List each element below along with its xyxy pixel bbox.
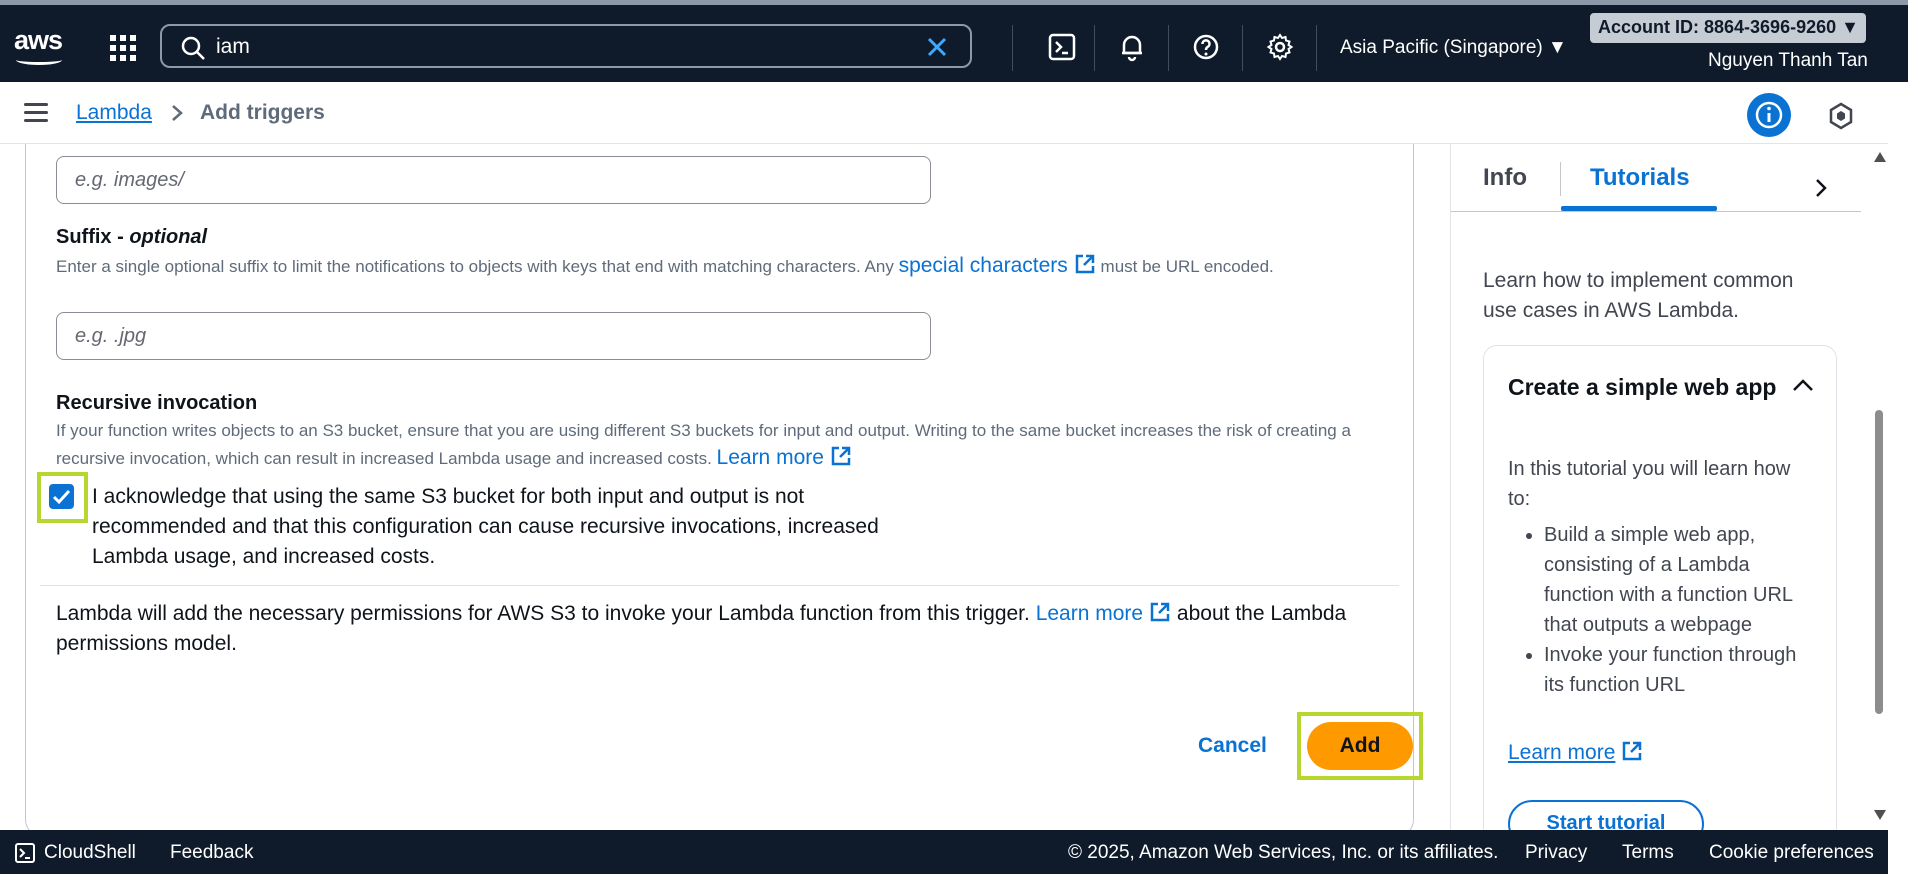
footer-feedback-link[interactable]: Feedback	[170, 842, 253, 864]
panel-intro-text: Learn how to implement common use cases …	[1483, 269, 1794, 322]
help-icon[interactable]	[1190, 31, 1222, 63]
start-tutorial-button[interactable]: Start tutorial	[1508, 800, 1704, 830]
external-link-icon	[1150, 602, 1170, 622]
info-icon	[1755, 101, 1783, 129]
permissions-learn-more-link[interactable]: Learn more	[1036, 602, 1143, 625]
main-content: e.g. images/ Suffix - optional Enter a s…	[0, 144, 1450, 830]
tutorial-learn-more-link[interactable]: Learn more	[1508, 740, 1643, 765]
recursive-learn-more-link[interactable]: Learn more	[717, 446, 824, 469]
tutorial-card: Create a simple web app In this tutorial…	[1483, 345, 1837, 830]
tutorial-title[interactable]: Create a simple web app	[1508, 372, 1778, 403]
list-item: Build a simple web app, consisting of a …	[1544, 520, 1814, 640]
permissions-note: Lambda will add the necessary permission…	[56, 602, 1347, 655]
top-navigation: aws Asia Pacific (Singapor	[0, 0, 1908, 82]
tutorial-steps-list: Build a simple web app, consisting of a …	[1544, 520, 1814, 700]
search-box	[160, 24, 972, 68]
add-button[interactable]: Add	[1307, 722, 1413, 770]
acknowledge-checkbox-highlight	[37, 472, 88, 523]
nav-separator	[1094, 25, 1095, 71]
tutorial-body: In this tutorial you will learn how to:	[1508, 458, 1791, 510]
special-characters-link[interactable]: special characters	[899, 254, 1068, 277]
external-link-icon	[831, 446, 851, 466]
checkmark-icon	[52, 489, 71, 505]
scroll-up-arrow-icon[interactable]	[1874, 152, 1886, 162]
tab-tutorials[interactable]: Tutorials	[1590, 164, 1690, 192]
acknowledge-checkbox[interactable]	[49, 484, 74, 509]
suffix-label: Suffix - optional	[56, 226, 208, 248]
region-selector[interactable]: Asia Pacific (Singapore) ▼	[1340, 37, 1567, 59]
services-grid-icon[interactable]	[110, 35, 136, 61]
nav-separator	[1242, 25, 1243, 71]
breadcrumb-current: Add triggers	[200, 101, 325, 124]
cloudshell-icon[interactable]	[1046, 31, 1078, 63]
aws-logo[interactable]: aws	[14, 27, 66, 65]
footer-privacy-link[interactable]: Privacy	[1525, 842, 1587, 864]
external-link-icon	[1623, 741, 1642, 761]
recursive-invocation-label: Recursive invocation	[56, 392, 258, 414]
aws-logo-text: aws	[14, 25, 63, 55]
breadcrumb-lambda-link[interactable]: Lambda	[76, 101, 152, 125]
notifications-bell-icon[interactable]	[1116, 31, 1148, 63]
tools-panel: Info Tutorials Learn how to implement co…	[1450, 144, 1870, 830]
footer-cloudshell-link[interactable]: CloudShell	[44, 842, 136, 864]
clear-search-icon[interactable]	[924, 34, 950, 60]
search-input[interactable]	[216, 32, 876, 62]
menu-hamburger-icon[interactable]	[24, 103, 48, 123]
scroll-down-arrow-icon[interactable]	[1874, 810, 1886, 820]
section-divider	[40, 585, 1399, 586]
footer-cookie-preferences-link[interactable]: Cookie preferences	[1709, 842, 1874, 864]
suffix-description: Enter a single optional suffix to limit …	[56, 254, 1274, 277]
prefix-input[interactable]: e.g. images/	[56, 156, 931, 204]
add-button-highlight: Add	[1297, 712, 1423, 780]
nav-separator	[1012, 25, 1013, 71]
scrollbar[interactable]	[1870, 144, 1888, 830]
acknowledge-text[interactable]: I acknowledge that using the same S3 buc…	[92, 482, 922, 572]
chevron-right-icon[interactable]	[1813, 178, 1829, 198]
chevron-right-icon	[172, 105, 183, 121]
user-name[interactable]: Nguyen Thanh Tan	[1708, 50, 1868, 72]
cancel-button[interactable]: Cancel	[1198, 734, 1267, 758]
footer: CloudShell Feedback © 2025, Amazon Web S…	[0, 830, 1888, 874]
list-item: Invoke your function through its functio…	[1544, 640, 1814, 700]
recursive-invocation-description: If your function writes objects to an S3…	[56, 421, 1351, 469]
info-panel-button[interactable]	[1747, 93, 1791, 137]
nav-separator	[1316, 25, 1317, 71]
footer-terms-link[interactable]: Terms	[1622, 842, 1674, 864]
tab-separator	[1560, 162, 1561, 196]
search-icon	[181, 36, 205, 60]
breadcrumb-bar: Lambda Add triggers	[0, 82, 1888, 144]
scrollbar-thumb[interactable]	[1875, 410, 1883, 714]
tab-info[interactable]: Info	[1483, 164, 1527, 192]
footer-copyright: © 2025, Amazon Web Services, Inc. or its…	[1068, 842, 1499, 863]
cloudshell-icon[interactable]	[14, 842, 36, 864]
aws-smile-icon	[16, 55, 62, 65]
account-id-badge[interactable]: Account ID: 8864-3696-9260 ▼	[1590, 13, 1866, 43]
external-link-icon	[1075, 254, 1095, 274]
chevron-up-icon[interactable]	[1792, 378, 1814, 392]
hexagon-settings-icon[interactable]	[1827, 102, 1855, 130]
suffix-input[interactable]: e.g. .jpg	[56, 312, 931, 360]
settings-gear-icon[interactable]	[1264, 31, 1296, 63]
nav-separator	[1168, 25, 1169, 71]
tab-divider	[1451, 211, 1861, 212]
